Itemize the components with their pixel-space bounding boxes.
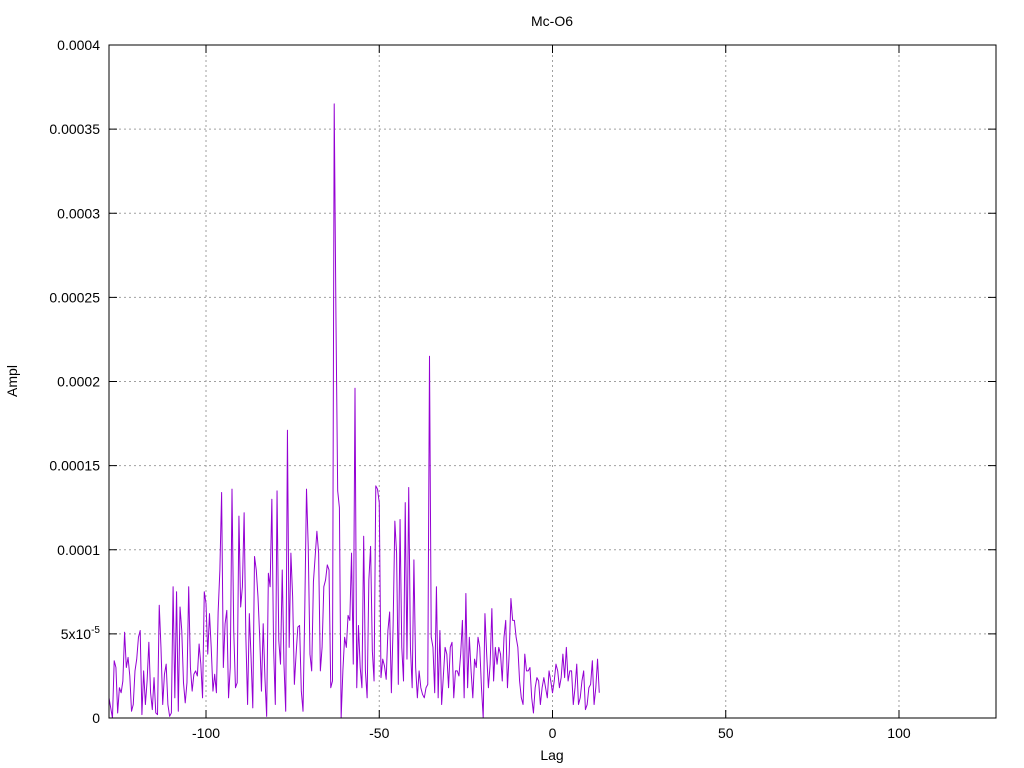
y-tick-label: 0.0003: [57, 205, 100, 221]
x-tick-label: -50: [369, 725, 389, 741]
y-tick-label: 0.00015: [49, 458, 100, 474]
x-tick-label: 50: [718, 725, 734, 741]
x-axis-label: Lag: [540, 747, 563, 763]
y-tick-label: 0: [92, 710, 100, 726]
x-tick-label: 0: [549, 725, 557, 741]
x-tick-labels: -100 -50 0 50 100: [192, 725, 911, 741]
x-tick-label: 100: [887, 725, 911, 741]
series-line: [108, 103, 600, 719]
y-tick-label: 5x10-5: [61, 625, 101, 642]
y-tick-label: 0.0002: [57, 374, 100, 390]
y-tick-label: 0.0001: [57, 542, 100, 558]
y-axis-label: Ampl: [4, 365, 20, 397]
series-layer: [108, 103, 600, 719]
grid-lines: [109, 45, 996, 718]
y-tick-label: 0.00025: [49, 289, 100, 305]
y-tick-label: 0.00035: [49, 121, 100, 137]
chart-svg: -100 -50 0 50 100 0 5x10-5 0.0001 0.00015 0.0002…: [4, 13, 997, 763]
chart-title: Mc-O6: [531, 13, 573, 29]
y-tick-labels: 0 5x10-5 0.0001 0.00015 0.0002 0.00025 0.0003 0…: [49, 37, 100, 726]
y-tick-label: 0.0004: [57, 37, 100, 53]
x-tick-label: -100: [192, 725, 220, 741]
